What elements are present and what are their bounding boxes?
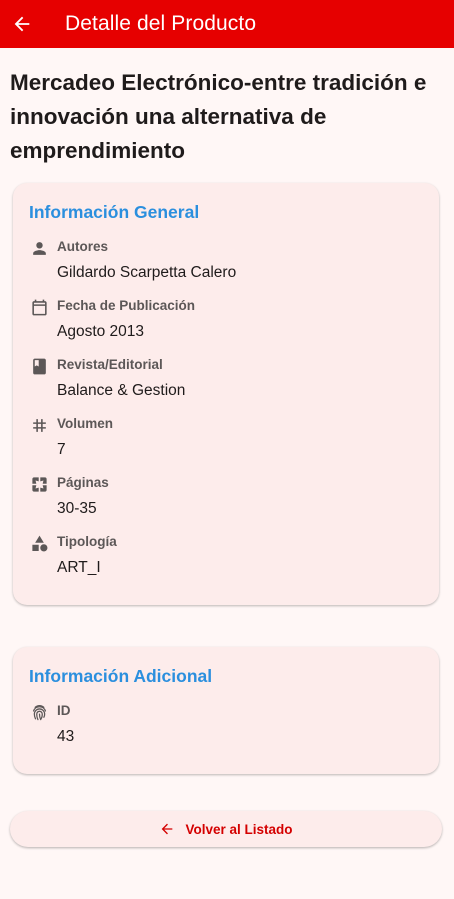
back-button[interactable] [0, 2, 44, 46]
field-label: Volumen [57, 416, 114, 431]
back-to-list-label: Volver al Listado [185, 821, 293, 837]
back-to-list-button[interactable]: Volver al Listado [10, 811, 442, 847]
general-info-card: Información General Autores Gildardo Sca… [13, 183, 439, 605]
field-value: ART_I [57, 559, 101, 576]
field-paginas: Páginas 30-35 [29, 474, 429, 524]
field-volumen: Volumen 7 [29, 415, 429, 465]
field-revista: Revista/Editorial Balance & Gestion [29, 356, 429, 406]
general-info-title: Información General [29, 202, 200, 222]
calendar-icon [29, 297, 49, 317]
field-value: 7 [57, 441, 66, 458]
additional-info-title: Información Adicional [29, 666, 213, 686]
field-value: Gildardo Scarpetta Calero [57, 264, 237, 281]
arrow-back-icon [159, 821, 175, 837]
category-icon [29, 533, 49, 553]
field-label: Autores [57, 239, 109, 254]
field-label: Revista/Editorial [57, 357, 163, 372]
field-label: Páginas [57, 475, 109, 490]
field-value: Balance & Gestion [57, 382, 186, 399]
app-bar-title: Detalle del Producto [65, 12, 257, 35]
field-value: 30-35 [57, 500, 97, 517]
field-id: ID 43 [29, 702, 429, 752]
arrow-back-icon [14, 16, 30, 32]
field-tipologia: Tipología ART_I [29, 533, 429, 583]
product-title: Mercadeo Electrónico-entre tradición e i… [10, 70, 427, 163]
book-icon [29, 356, 49, 376]
hash-icon [29, 415, 49, 435]
field-autores: Autores Gildardo Scarpetta Calero [29, 238, 429, 288]
person-icon [29, 238, 49, 258]
field-label: Tipología [57, 534, 117, 549]
additional-info-card: Información Adicional ID 43 [13, 647, 439, 774]
field-value: Agosto 2013 [57, 323, 145, 340]
field-label: Fecha de Publicación [57, 298, 196, 313]
field-label: ID [57, 703, 71, 718]
field-value: 43 [57, 728, 75, 745]
app-bar: Detalle del Producto [0, 0, 454, 48]
pages-icon [29, 474, 49, 494]
field-fecha: Fecha de Publicación Agosto 2013 [29, 297, 429, 347]
fingerprint-icon [29, 702, 49, 722]
